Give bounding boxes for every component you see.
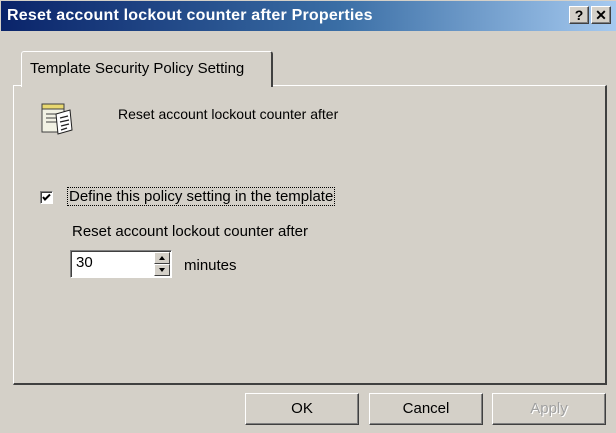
tab-panel: Reset account lockout counter after Defi…: [13, 85, 607, 385]
window-title: Reset account lockout counter after Prop…: [7, 7, 373, 24]
minutes-value[interactable]: 30: [76, 254, 93, 271]
help-button[interactable]: ?: [569, 6, 589, 24]
help-icon: ?: [574, 7, 584, 23]
define-policy-checkbox[interactable]: [40, 191, 53, 204]
tab-template-security-policy-setting[interactable]: Template Security Policy Setting: [21, 51, 273, 87]
close-button[interactable]: ✕: [591, 6, 611, 24]
close-icon: ✕: [595, 7, 607, 23]
policy-name: Reset account lockout counter after: [118, 106, 339, 122]
ok-button[interactable]: OK: [245, 393, 359, 425]
arrow-up-icon: [159, 256, 165, 260]
arrow-down-icon: [159, 268, 165, 272]
minutes-stepper[interactable]: 30: [70, 250, 172, 278]
cancel-button[interactable]: Cancel: [369, 393, 483, 425]
apply-button[interactable]: Apply: [492, 393, 606, 425]
policy-document-icon: [41, 103, 73, 135]
define-policy-label[interactable]: Define this policy setting in the templa…: [66, 187, 336, 206]
title-bar[interactable]: Reset account lockout counter after Prop…: [1, 1, 616, 31]
checkmark-icon: [42, 193, 51, 201]
spin-up-button[interactable]: [154, 252, 170, 264]
counter-field-label: Reset account lockout counter after: [72, 223, 308, 240]
properties-dialog: Reset account lockout counter after Prop…: [0, 0, 616, 433]
spin-down-button[interactable]: [154, 264, 170, 276]
tab-label: Template Security Policy Setting: [30, 60, 245, 77]
minutes-units-label: minutes: [184, 257, 237, 274]
